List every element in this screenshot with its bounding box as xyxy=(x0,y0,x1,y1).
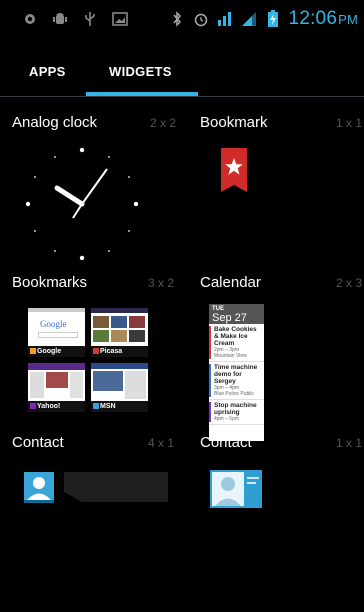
alarm-icon xyxy=(193,11,209,27)
tab-widgets[interactable]: WIDGETS xyxy=(109,64,172,79)
widget-title: Contact xyxy=(12,434,64,451)
widget-size: 1 x 1 xyxy=(336,116,363,130)
bookmark-tile-msn: MSN xyxy=(91,363,148,412)
widget-title: Bookmarks xyxy=(12,274,88,291)
widget-bookmarks[interactable]: Bookmarks 3 x 2 Google Google Picasa Yah… xyxy=(0,270,182,412)
android-debug-icon xyxy=(52,11,68,27)
widget-size: 2 x 2 xyxy=(150,116,177,130)
tab-bar: APPS WIDGETS xyxy=(0,50,364,96)
calendar-date: Sep 27 xyxy=(212,312,247,324)
tab-divider xyxy=(0,96,364,97)
bookmark-icon xyxy=(221,148,247,197)
widget-size: 1 x 1 xyxy=(336,436,363,450)
bookmark-thumbnail xyxy=(28,363,85,401)
screenshot-icon xyxy=(112,11,128,27)
widget-contact-1x1[interactable]: Contact 1 x 1 xyxy=(188,430,364,510)
bookmark-label: Google xyxy=(28,346,85,357)
google-logo: Google xyxy=(40,319,67,329)
settings-icon xyxy=(22,11,38,27)
widget-title: Bookmark xyxy=(200,114,268,131)
signal-icon xyxy=(217,11,233,27)
calendar-header: TUE Sep 27 xyxy=(209,304,264,324)
battery-charging-icon xyxy=(265,10,281,27)
bookmark-tile-yahoo: Yahoo! xyxy=(28,363,85,412)
google-favicon-icon xyxy=(30,348,36,354)
widget-analog-clock[interactable]: Analog clock 2 x 2 xyxy=(0,110,182,261)
bookmark-thumbnail xyxy=(91,308,148,346)
widget-contact-4x1[interactable]: Contact 4 x 1 xyxy=(0,430,182,510)
bookmark-thumbnail: Google xyxy=(28,308,85,346)
msn-favicon-icon xyxy=(93,403,99,409)
bookmark-label: Picasa xyxy=(91,346,148,357)
widget-size: 3 x 2 xyxy=(148,276,175,290)
widget-title: Contact xyxy=(200,434,252,451)
calendar-event: Time machine demo for Sergey 3pm – 4pm B… xyxy=(209,362,264,400)
signal-bars-icon xyxy=(241,11,257,27)
tab-apps[interactable]: APPS xyxy=(29,64,66,79)
widget-bookmark[interactable]: Bookmark 1 x 1 xyxy=(188,110,364,260)
bookmarks-preview: Google Google Picasa Yahoo! MSN xyxy=(28,308,148,412)
bookmark-thumbnail xyxy=(91,363,148,401)
calendar-event: Stop machine uprising 4pm – 5pm xyxy=(209,400,264,425)
contact-card-preview xyxy=(210,470,262,513)
widget-calendar[interactable]: Calendar 2 x 3 TUE Sep 27 Bake Cookies &… xyxy=(188,270,364,441)
status-clock: 12:06PM xyxy=(288,8,358,29)
yahoo-favicon-icon xyxy=(30,403,36,409)
calendar-event: Bake Cookies & Make Ice Cream 2pm – 3pm … xyxy=(209,324,264,362)
bookmark-tile-google: Google Google xyxy=(28,308,85,357)
widget-size: 4 x 1 xyxy=(148,436,175,450)
calendar-preview: TUE Sep 27 Bake Cookies & Make Ice Cream… xyxy=(209,304,264,441)
bookmark-label: Yahoo! xyxy=(28,401,85,412)
status-bar-left xyxy=(0,11,128,27)
contact-card-icon xyxy=(210,470,262,508)
usb-icon xyxy=(82,11,98,27)
bluetooth-icon xyxy=(169,11,185,27)
analog-clock-preview xyxy=(20,142,144,266)
bookmark-tile-picasa: Picasa xyxy=(91,308,148,357)
contact-strip-preview xyxy=(24,470,168,509)
picasa-favicon-icon xyxy=(93,348,99,354)
widget-size: 2 x 3 xyxy=(336,276,363,290)
clock-face-icon xyxy=(25,147,139,261)
status-bar: 12:06PM xyxy=(0,0,364,38)
contact-avatar-icon xyxy=(24,472,168,503)
status-bar-right: 12:06PM xyxy=(169,0,358,38)
widget-title: Analog clock xyxy=(12,114,98,131)
bookmark-label: MSN xyxy=(91,401,148,412)
widget-title: Calendar xyxy=(200,274,261,291)
